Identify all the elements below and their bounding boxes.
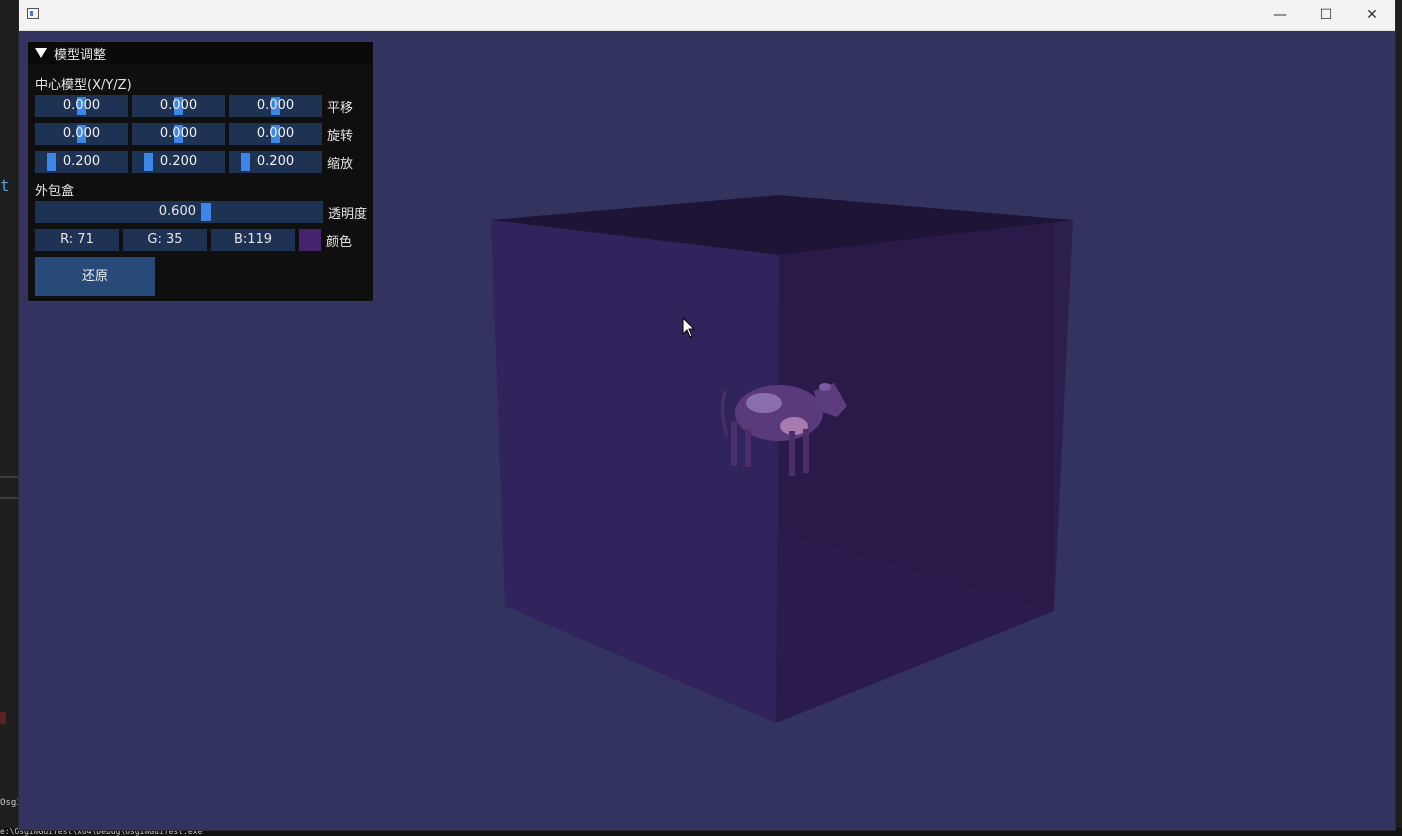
- translate-y-drag[interactable]: 0.000: [132, 95, 225, 117]
- mouse-cursor-icon: [682, 317, 696, 338]
- color-row: R: 71 G: 35 B:119 颜色: [35, 229, 352, 251]
- close-button[interactable]: ✕: [1349, 0, 1395, 30]
- background-code-glyph: t: [0, 176, 10, 195]
- center-model-label: 中心模型(X/Y/Z): [35, 78, 132, 93]
- bbox-label: 外包盒: [35, 184, 75, 199]
- rotate-row: 0.000 0.000 0.000 旋转: [35, 123, 353, 145]
- slider-grab[interactable]: [201, 203, 211, 221]
- translate-x-drag[interactable]: 0.000: [35, 95, 128, 117]
- scale-x-drag[interactable]: 0.200: [35, 151, 128, 173]
- scale-z-drag[interactable]: 0.200: [229, 151, 322, 173]
- collapse-triangle-icon[interactable]: [35, 48, 47, 58]
- app-icon: [27, 8, 39, 19]
- minimize-icon: —: [1273, 7, 1287, 23]
- background-divider: [0, 476, 20, 478]
- translate-row: 0.000 0.000 0.000 平移: [35, 95, 353, 117]
- title-bar[interactable]: — ☐ ✕: [19, 0, 1395, 31]
- maximize-icon: ☐: [1319, 7, 1333, 23]
- opacity-row: 0.600 透明度: [35, 201, 367, 223]
- background-marker: [0, 712, 6, 724]
- scale-y-drag[interactable]: 0.200: [132, 151, 225, 173]
- opacity-label: 透明度: [328, 206, 368, 222]
- scale-row: 0.200 0.200 0.200 缩放: [35, 151, 353, 173]
- color-g-field[interactable]: G: 35: [123, 229, 207, 251]
- rotate-y-drag[interactable]: 0.000: [132, 123, 225, 145]
- scale-label: 缩放: [327, 156, 354, 172]
- drag-grab: [144, 153, 153, 171]
- box-front-left-face: [491, 220, 779, 723]
- model-adjust-panel: 模型调整 中心模型(X/Y/Z) 0.000 0.000 0.000 平移 0.…: [27, 41, 374, 302]
- background-divider: [0, 497, 20, 499]
- panel-title: 模型调整: [54, 47, 107, 63]
- background-editor-left: t: [0, 0, 20, 836]
- reset-button[interactable]: 还原: [35, 257, 155, 296]
- rotate-z-drag[interactable]: 0.000: [229, 123, 322, 145]
- color-b-field[interactable]: B:119: [211, 229, 295, 251]
- color-swatch[interactable]: [299, 229, 321, 251]
- maximize-button[interactable]: ☐: [1303, 0, 1349, 30]
- panel-header[interactable]: 模型调整: [28, 42, 373, 64]
- drag-grab: [47, 153, 56, 171]
- rotate-label: 旋转: [327, 128, 354, 144]
- translate-z-drag[interactable]: 0.000: [229, 95, 322, 117]
- close-icon: ✕: [1366, 7, 1378, 23]
- rotate-x-drag[interactable]: 0.000: [35, 123, 128, 145]
- color-label: 颜色: [326, 234, 353, 250]
- drag-grab: [241, 153, 250, 171]
- color-r-field[interactable]: R: 71: [35, 229, 119, 251]
- background-editor-right: [1394, 0, 1402, 836]
- opacity-slider[interactable]: 0.600: [35, 201, 323, 223]
- box-front-right-face: [776, 220, 1073, 723]
- opacity-value: 0.600: [158, 204, 196, 219]
- minimize-button[interactable]: —: [1257, 0, 1303, 30]
- translate-label: 平移: [327, 100, 354, 116]
